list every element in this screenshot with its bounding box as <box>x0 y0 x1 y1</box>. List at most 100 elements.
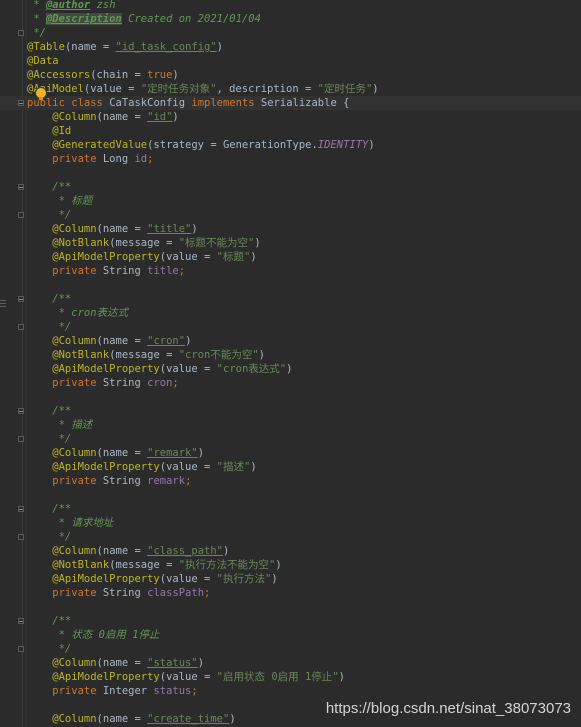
code-token: @Column <box>27 713 97 725</box>
code-line[interactable]: @Column(name = "status") <box>0 656 581 670</box>
code-line[interactable]: @Column(name = "title") <box>0 222 581 236</box>
code-line[interactable]: /** <box>0 502 581 516</box>
code-token: @ApiModelProperty <box>27 251 160 263</box>
code-text: private String cron; <box>27 376 178 390</box>
fold-marker-icon[interactable] <box>18 212 25 219</box>
code-line[interactable]: @Column(name = "class_path") <box>0 544 581 558</box>
code-token: @ApiModelProperty <box>27 573 160 585</box>
code-line[interactable]: @ApiModelProperty(value = "标题") <box>0 250 581 264</box>
code-line[interactable]: @ApiModelProperty(value = "描述") <box>0 460 581 474</box>
code-token: String <box>102 475 148 487</box>
code-line[interactable]: */ <box>0 642 581 656</box>
code-line[interactable]: private String remark; <box>0 474 581 488</box>
code-text: @Data <box>27 54 59 68</box>
code-line[interactable]: private String cron; <box>0 376 581 390</box>
code-token: ) <box>271 573 278 585</box>
code-text: * 描述 <box>27 418 93 432</box>
code-line[interactable]: /** <box>0 180 581 194</box>
fold-marker-icon[interactable] <box>18 618 25 625</box>
fold-marker-icon[interactable] <box>18 324 25 331</box>
code-line[interactable]: */ <box>0 432 581 446</box>
code-line[interactable] <box>0 600 581 614</box>
code-line[interactable]: @Data <box>0 54 581 68</box>
code-text: @Column(name = "class_path") <box>27 544 229 558</box>
code-token: @ApiModelProperty <box>27 671 160 683</box>
code-token: (name = <box>96 713 148 725</box>
code-line[interactable] <box>0 488 581 502</box>
code-line[interactable]: */ <box>0 320 581 334</box>
code-line[interactable]: */ <box>0 26 581 40</box>
fold-marker-icon[interactable] <box>18 184 25 191</box>
code-token: zsh <box>90 0 116 11</box>
fold-marker-icon[interactable] <box>18 100 25 107</box>
code-line[interactable]: * cron表达式 <box>0 306 581 320</box>
code-line[interactable]: */ <box>0 208 581 222</box>
code-line[interactable]: * 描述 <box>0 418 581 432</box>
code-line[interactable] <box>0 390 581 404</box>
code-line[interactable]: @NotBlank(message = "标题不能为空") <box>0 236 581 250</box>
code-token: @Column <box>27 111 97 123</box>
fold-marker-icon[interactable] <box>18 534 25 541</box>
code-line[interactable]: @Column(name = "remark") <box>0 446 581 460</box>
code-line[interactable]: private Integer status; <box>0 684 581 698</box>
fold-marker-icon[interactable] <box>18 30 25 37</box>
code-line[interactable]: /** <box>0 404 581 418</box>
code-token: (message = <box>109 559 179 571</box>
code-line[interactable]: * 标题 <box>0 194 581 208</box>
code-area[interactable]: * @author zsh * @Description Created on … <box>0 0 581 726</box>
code-line[interactable]: */ <box>0 530 581 544</box>
code-line[interactable]: private String title; <box>0 264 581 278</box>
code-editor[interactable]: * @author zsh * @Description Created on … <box>0 0 581 727</box>
code-token: (name = <box>96 335 148 347</box>
code-token: ; <box>185 475 192 487</box>
code-line[interactable]: @Accessors(chain = true) <box>0 68 581 82</box>
code-text: private Long id; <box>27 152 153 166</box>
code-line[interactable] <box>0 166 581 180</box>
code-line[interactable]: @ApiModelProperty(value = "执行方法") <box>0 572 581 586</box>
code-line[interactable] <box>0 278 581 292</box>
code-token: String <box>102 377 148 389</box>
lightbulb-icon[interactable] <box>36 88 46 100</box>
code-line[interactable]: * @Description Created on 2021/01/04 <box>0 12 581 26</box>
code-line[interactable]: * 请求地址 <box>0 516 581 530</box>
code-token: "remark" <box>147 447 198 459</box>
code-line[interactable]: * @author zsh <box>0 0 581 12</box>
fold-marker-icon[interactable] <box>18 296 25 303</box>
code-line[interactable]: @NotBlank(message = "执行方法不能为空") <box>0 558 581 572</box>
fold-marker-icon[interactable] <box>18 646 25 653</box>
code-token: remark <box>147 475 186 487</box>
code-token: (name = <box>96 657 148 669</box>
code-line[interactable]: @GeneratedValue(strategy = GenerationTyp… <box>0 138 581 152</box>
code-line[interactable]: @Column(name = "id") <box>0 110 581 124</box>
fold-marker-icon[interactable] <box>18 436 25 443</box>
code-text: @NotBlank(message = "cron不能为空") <box>27 348 265 362</box>
code-line[interactable]: @ApiModel(value = "定时任务对象", description … <box>0 82 581 96</box>
code-token: ) <box>216 41 223 53</box>
fold-marker-icon[interactable] <box>18 408 25 415</box>
code-line[interactable]: /** <box>0 292 581 306</box>
code-line[interactable]: @Table(name = "id_task_config") <box>0 40 581 54</box>
code-token: ) <box>250 461 257 473</box>
code-token: ) <box>368 139 375 151</box>
code-line[interactable]: @ApiModelProperty(value = "cron表达式") <box>0 362 581 376</box>
code-token: ) <box>191 223 198 235</box>
code-line[interactable]: @NotBlank(message = "cron不能为空") <box>0 348 581 362</box>
code-line[interactable]: @Column(name = "cron") <box>0 334 581 348</box>
code-token: @Data <box>27 55 59 67</box>
code-token: "id" <box>147 111 173 123</box>
code-token: @Column <box>27 335 97 347</box>
code-line[interactable]: private String classPath; <box>0 586 581 600</box>
code-token: */ <box>27 27 46 39</box>
code-line[interactable]: private Long id; <box>0 152 581 166</box>
code-line[interactable]: * 状态 0启用 1停止 <box>0 628 581 642</box>
code-line[interactable]: public class CaTaskConfig implements Ser… <box>0 96 581 110</box>
code-token: (message = <box>109 349 179 361</box>
code-line[interactable]: @Id <box>0 124 581 138</box>
code-line[interactable]: @ApiModelProperty(value = "启用状态 0启用 1停止"… <box>0 670 581 684</box>
code-line[interactable]: /** <box>0 614 581 628</box>
code-text: @Column(name = "cron") <box>27 334 191 348</box>
code-token: private <box>27 587 103 599</box>
code-token: ) <box>275 559 282 571</box>
fold-marker-icon[interactable] <box>18 506 25 513</box>
code-token: @ApiModelProperty <box>27 461 160 473</box>
